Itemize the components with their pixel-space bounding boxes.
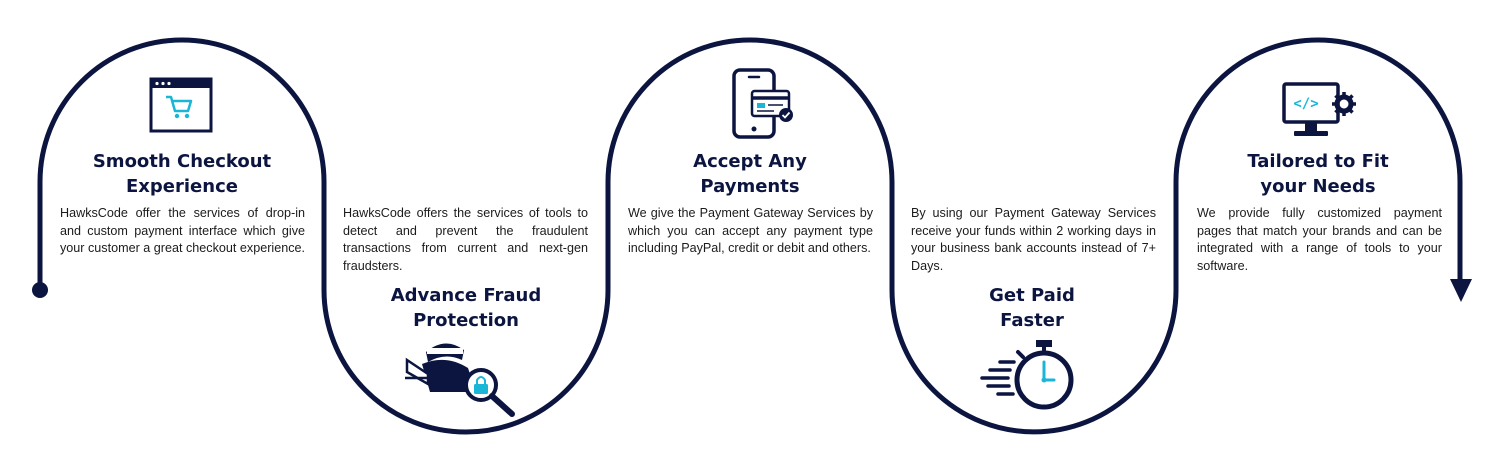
step-title: Accept Any Payments: [620, 149, 880, 199]
path-end-arrowhead: [1450, 279, 1472, 302]
step-description: We give the Payment Gateway Services by …: [628, 206, 873, 256]
step-title: Get Paid Faster: [902, 283, 1162, 333]
step-title: Smooth Checkout Experience: [52, 149, 312, 199]
step-title-line-1: Get Paid: [989, 285, 1075, 306]
hacker-magnifier-lock-icon: [405, 343, 515, 417]
browser-cart-icon: [149, 77, 213, 133]
step-title-line-1: Accept Any: [693, 151, 807, 172]
step-description: By using our Payment Gateway Services re…: [911, 206, 1156, 273]
phone-credit-card-icon: [732, 68, 793, 139]
path-start-dot: [32, 282, 48, 298]
step-title-line-1: Advance Fraud: [390, 285, 542, 306]
step-description: HawksCode offer the services of drop-in …: [60, 206, 306, 256]
step-title: Tailored to Fit your Needs: [1188, 149, 1448, 199]
monitor-code-gear-icon: </>: [1282, 82, 1356, 136]
step-title-line-2: Experience: [126, 176, 238, 197]
svg-text:</>: </>: [1293, 96, 1318, 112]
step-title-line-1: Smooth Checkout: [92, 151, 272, 172]
step-title-line-2: Faster: [1000, 310, 1064, 331]
step-title: Advance Fraud Protection: [336, 283, 596, 333]
stopwatch-speed-icon: [980, 340, 1074, 410]
step-title-line-2: Protection: [413, 310, 519, 331]
step-description: We provide fully customized payment page…: [1197, 206, 1442, 273]
step-title-line-2: Payments: [700, 176, 800, 197]
step-title-line-2: your Needs: [1260, 176, 1376, 197]
step-description: HawksCode offers the services of tools t…: [343, 206, 588, 273]
step-title-line-1: Tailored to Fit: [1247, 151, 1389, 172]
